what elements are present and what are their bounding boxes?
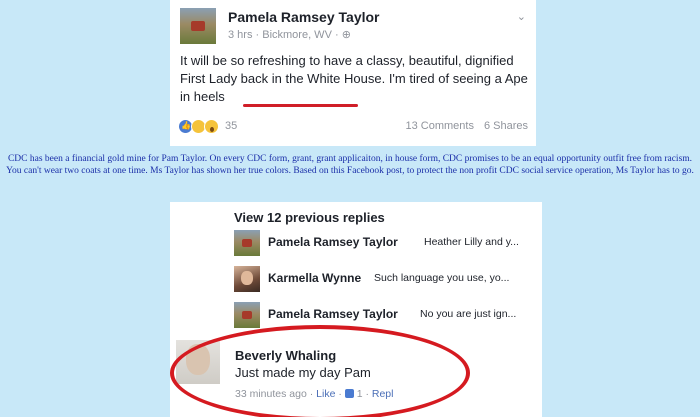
caption-text: CDC has been a financial gold mine for P… [6, 154, 694, 176]
public-globe-icon: ⊕ [341, 29, 351, 41]
post-timestamp-location: 3 hrs · Bickmore, WV · [228, 29, 342, 41]
comments-count-link[interactable]: 13 Comments [405, 120, 473, 132]
wow-reaction-icon [204, 118, 219, 134]
reply-author-name[interactable]: Pamela Ramsey Taylor [268, 235, 398, 249]
reply-text: Such language you use, yo... [374, 272, 510, 284]
post-author-name[interactable]: Pamela Ramsey Taylor [228, 9, 380, 25]
reaction-count[interactable]: 35 [225, 120, 237, 132]
reply-avatar[interactable] [234, 230, 260, 256]
post-meta: 3 hrs · Bickmore, WV · ⊕ [228, 28, 351, 41]
facebook-post-card: Pamela Ramsey Taylor 3 hrs · Bickmore, W… [170, 0, 536, 146]
reply-author-name[interactable]: Pamela Ramsey Taylor [268, 307, 398, 321]
comment-thread-card: View 12 previous replies Pamela Ramsey T… [170, 202, 542, 417]
post-stats: 13 Comments 6 Shares [405, 120, 528, 132]
reply-item: Karmella Wynne Such language you use, yo… [234, 266, 539, 292]
reply-avatar[interactable] [234, 302, 260, 328]
red-highlight-circle [170, 325, 470, 417]
reaction-bar[interactable]: 35 [178, 118, 237, 134]
chevron-down-icon[interactable]: ⌄ [517, 10, 526, 23]
view-previous-replies-link[interactable]: View 12 previous replies [234, 210, 385, 225]
shares-count-link[interactable]: 6 Shares [484, 120, 528, 132]
reply-item: Pamela Ramsey Taylor Heather Lilly and y… [234, 230, 539, 256]
post-body-text: It will be so refreshing to have a class… [180, 53, 528, 104]
reply-text: Heather Lilly and y... [424, 236, 519, 248]
author-avatar[interactable] [180, 8, 216, 44]
reply-text: No you are just ign... [420, 308, 517, 320]
reply-item: Pamela Ramsey Taylor No you are just ign… [234, 302, 539, 328]
reply-author-name[interactable]: Karmella Wynne [268, 271, 361, 285]
reply-avatar[interactable] [234, 266, 260, 292]
highlight-underline [243, 104, 358, 107]
